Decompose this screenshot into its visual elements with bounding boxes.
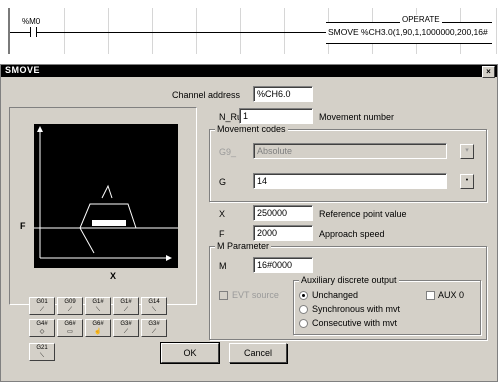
operate-expression[interactable]: SMOVE %CH3.0(1,90,1,1000000,200,16# bbox=[328, 27, 488, 37]
radio-consecutive-label[interactable]: Consecutive with mvt bbox=[312, 318, 397, 328]
movement-codes-group bbox=[209, 129, 487, 202]
wire bbox=[10, 32, 30, 33]
evt-source-checkbox bbox=[219, 291, 228, 300]
g-code-tool-button[interactable]: G1# ⟍ bbox=[85, 297, 111, 315]
g9-select: Absolute bbox=[253, 143, 447, 159]
m-label: M bbox=[219, 261, 227, 271]
x-label: X bbox=[219, 209, 226, 219]
evt-source-label: EVT source bbox=[232, 290, 279, 300]
x-input[interactable]: 250000 bbox=[253, 205, 313, 221]
g-code-tool-button[interactable]: G09 ⟋ bbox=[57, 297, 83, 315]
grid-line bbox=[64, 8, 65, 54]
grid-line bbox=[196, 8, 197, 54]
channel-address-label: Channel address bbox=[172, 90, 241, 100]
axis-x-label: X bbox=[110, 271, 117, 281]
m-parameter-title: M Parameter bbox=[215, 241, 272, 251]
grid-line bbox=[284, 8, 285, 54]
radio-synchronous-label[interactable]: Synchronous with mvt bbox=[312, 304, 400, 314]
g-code-tool-button[interactable]: G6# ▭ bbox=[57, 319, 83, 337]
grid-line bbox=[152, 8, 153, 54]
nrun-input[interactable]: 1 bbox=[239, 108, 313, 124]
g-code-tool-button[interactable]: G6# ☝ bbox=[85, 319, 111, 337]
grid-line bbox=[108, 8, 109, 54]
x-description: Reference point value bbox=[319, 209, 407, 219]
aux0-label[interactable]: AUX 0 bbox=[438, 290, 464, 300]
movement-preview-frame: F X bbox=[9, 107, 197, 305]
radio-consecutive[interactable] bbox=[299, 319, 308, 328]
ok-button[interactable]: OK bbox=[160, 342, 220, 364]
g-code-tool-button[interactable]: G4# ◇ bbox=[29, 319, 55, 337]
smove-dialog: SMOVE × Channel address %CH6.0 N_Run 1 M… bbox=[0, 64, 498, 382]
g-code-tool-button[interactable]: G01 ⟋ bbox=[29, 297, 55, 315]
g9-label: G9_ bbox=[219, 147, 237, 157]
f-input[interactable]: 2000 bbox=[253, 225, 313, 241]
window-title: SMOVE bbox=[5, 65, 41, 75]
f-label: F bbox=[219, 229, 225, 239]
grid-line bbox=[240, 8, 241, 54]
cancel-button[interactable]: Cancel bbox=[229, 343, 287, 363]
radio-unchanged-label[interactable]: Unchanged bbox=[312, 290, 358, 300]
g-label: G bbox=[219, 177, 227, 187]
wire bbox=[37, 32, 327, 33]
radio-unchanged[interactable] bbox=[299, 291, 308, 300]
m-input[interactable]: 16#0000 bbox=[253, 257, 313, 273]
g-code-tool-button[interactable]: G3# ⟋ bbox=[113, 319, 139, 337]
operate-title: OPERATE bbox=[400, 15, 442, 24]
g-code-tool-button[interactable]: G3# ⟋ bbox=[141, 319, 167, 337]
contact-label: %M0 bbox=[22, 17, 41, 26]
g-code-tool-button[interactable]: G14 ⟍ bbox=[141, 297, 167, 315]
title-bar: SMOVE × bbox=[1, 65, 497, 78]
radio-synchronous[interactable] bbox=[299, 305, 308, 314]
aux-output-title: Auxiliary discrete output bbox=[299, 275, 399, 285]
ladder-rung: %M0 OPERATE SMOVE %CH3.0(1,90,1,1000000,… bbox=[0, 0, 498, 62]
g-code-tool-button[interactable]: G1# ⟋ bbox=[113, 297, 139, 315]
f-description: Approach speed bbox=[319, 229, 385, 239]
grid-line bbox=[496, 8, 497, 54]
close-button[interactable]: × bbox=[482, 66, 495, 78]
axis-f-label: F bbox=[20, 221, 26, 231]
g-code-input[interactable]: 14 bbox=[253, 173, 447, 189]
g-code-tool-button[interactable]: G21 ⟍ bbox=[29, 343, 55, 361]
g9-dropdown-button: ▾ bbox=[460, 144, 474, 159]
movement-codes-title: Movement codes bbox=[215, 124, 288, 134]
g-code-dropdown-button[interactable]: • bbox=[460, 174, 474, 189]
channel-address-input[interactable]: %CH6.0 bbox=[253, 86, 313, 102]
movement-preview bbox=[28, 118, 184, 284]
contact-icon[interactable] bbox=[30, 27, 31, 37]
aux0-checkbox[interactable] bbox=[426, 291, 435, 300]
left-power-rail bbox=[8, 8, 10, 54]
nrun-description: Movement number bbox=[319, 112, 395, 122]
